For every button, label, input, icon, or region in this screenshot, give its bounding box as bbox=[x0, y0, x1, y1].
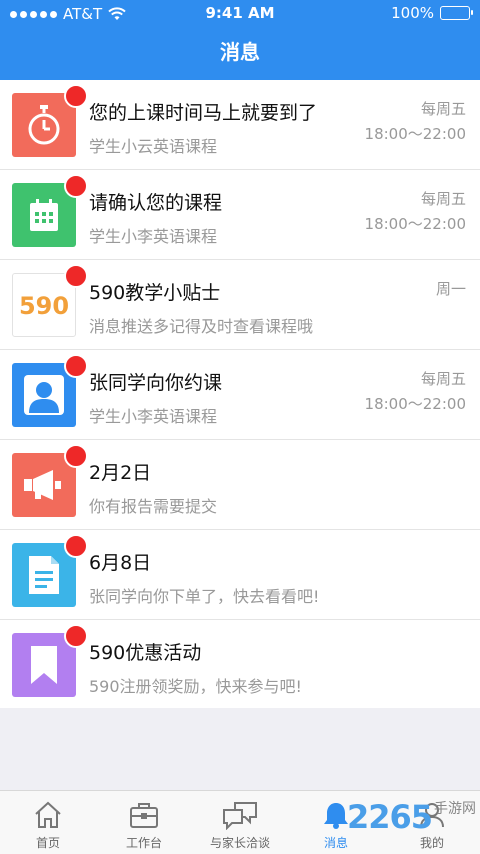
unread-badge bbox=[64, 264, 88, 288]
battery-percent: 100% bbox=[391, 4, 434, 22]
unread-badge bbox=[64, 174, 88, 198]
message-title: 张同学向你约课 bbox=[89, 372, 223, 394]
message-row-confirm-course[interactable]: 请确认您的课程 学生小李英语课程 每周五 18:00～22:00 bbox=[0, 170, 480, 260]
watermark-logo: 2265 手游网 bbox=[347, 798, 476, 836]
message-time: 18:00～22:00 bbox=[364, 125, 466, 143]
logo-text: 590 bbox=[19, 292, 69, 320]
unread-badge bbox=[64, 444, 88, 468]
status-bar: AT&T 9:41 AM 100% bbox=[0, 0, 480, 28]
message-title: 您的上课时间马上就要到了 bbox=[89, 102, 318, 124]
message-list: 您的上课时间马上就要到了 学生小云英语课程 每周五 18:00～22:00 请确… bbox=[0, 80, 480, 708]
tab-label: 消息 bbox=[323, 836, 348, 850]
message-day: 每周五 bbox=[420, 190, 466, 208]
status-right: 100% bbox=[391, 4, 473, 22]
message-day: 周一 bbox=[435, 280, 466, 298]
home-icon bbox=[35, 801, 61, 828]
chat-icon bbox=[223, 802, 257, 830]
message-time: 18:00～22:00 bbox=[364, 395, 466, 413]
briefcase-icon bbox=[130, 803, 158, 828]
tab-label: 工作台 bbox=[125, 836, 162, 850]
message-row-report[interactable]: 2月2日 你有报告需要提交 bbox=[0, 440, 480, 530]
message-row-order[interactable]: 6月8日 张同学向你下单了，快去看看吧! bbox=[0, 530, 480, 620]
message-row-tips[interactable]: 590 590教学小贴士 消息推送多记得及时查看课程哦 周一 bbox=[0, 260, 480, 350]
message-title: 请确认您的课程 bbox=[89, 192, 223, 214]
message-subtitle: 590注册领奖励，快来参与吧! bbox=[89, 677, 302, 696]
message-subtitle: 学生小李英语课程 bbox=[89, 407, 218, 426]
message-title: 6月8日 bbox=[89, 552, 152, 574]
page-title: 消息 bbox=[0, 28, 480, 80]
watermark-text: 手游网 bbox=[434, 801, 476, 817]
message-row-promotion[interactable]: 590优惠活动 590注册领奖励，快来参与吧! bbox=[0, 620, 480, 708]
watermark-number: 2265 bbox=[346, 798, 433, 836]
tab-label: 我的 bbox=[419, 836, 444, 850]
message-subtitle: 张同学向你下单了，快去看看吧! bbox=[89, 587, 320, 606]
unread-badge bbox=[64, 534, 88, 558]
unread-badge bbox=[64, 84, 88, 108]
message-row-class-reminder[interactable]: 您的上课时间马上就要到了 学生小云英语课程 每周五 18:00～22:00 bbox=[0, 80, 480, 170]
message-title: 590教学小贴士 bbox=[89, 282, 221, 304]
message-title: 590优惠活动 bbox=[89, 642, 202, 664]
message-time: 18:00～22:00 bbox=[364, 215, 466, 233]
message-subtitle: 学生小李英语课程 bbox=[89, 227, 218, 246]
tab-workbench[interactable]: 工作台 bbox=[96, 791, 192, 854]
tab-home[interactable]: 首页 bbox=[0, 791, 96, 854]
unread-badge bbox=[64, 624, 88, 648]
unread-badge bbox=[64, 354, 88, 378]
message-subtitle: 你有报告需要提交 bbox=[89, 497, 218, 516]
tab-parent-chat[interactable]: 与家长洽谈 bbox=[192, 791, 288, 854]
battery-icon bbox=[440, 6, 473, 20]
message-subtitle: 消息推送多记得及时查看课程哦 bbox=[89, 317, 314, 336]
message-subtitle: 学生小云英语课程 bbox=[89, 137, 218, 156]
message-day: 每周五 bbox=[420, 370, 466, 388]
message-row-booking[interactable]: 张同学向你约课 学生小李英语课程 每周五 18:00～22:00 bbox=[0, 350, 480, 440]
message-title: 2月2日 bbox=[89, 462, 152, 484]
tab-label: 首页 bbox=[35, 836, 60, 850]
message-day: 每周五 bbox=[420, 100, 466, 118]
tab-label: 与家长洽谈 bbox=[209, 836, 270, 850]
